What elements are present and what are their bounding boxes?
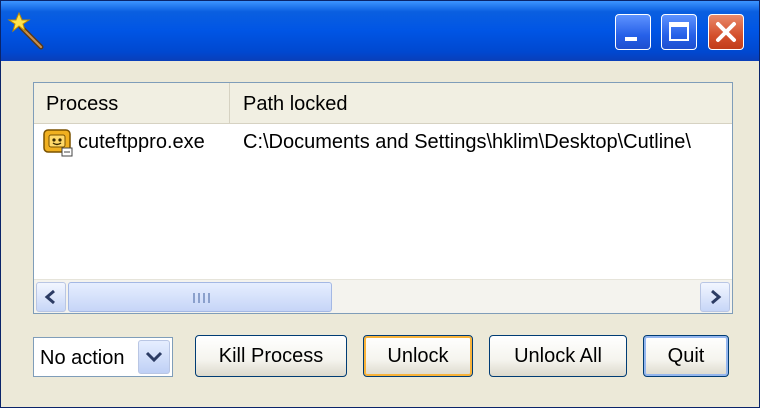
- close-icon: [716, 22, 736, 42]
- action-select[interactable]: No action: [33, 337, 173, 377]
- magic-wand-icon: [7, 11, 44, 50]
- scrollbar-thumb[interactable]: [68, 282, 332, 312]
- chevron-right-icon: [711, 289, 722, 305]
- unlock-all-button[interactable]: Unlock All: [489, 335, 627, 377]
- unlock-button[interactable]: Unlock: [363, 335, 473, 377]
- close-button[interactable]: [708, 14, 744, 50]
- window-client-area: Process Path locked cuteftppro.exe C:\Do…: [5, 61, 755, 403]
- quit-button[interactable]: Quit: [643, 335, 729, 377]
- process-name: cuteftppro.exe: [78, 131, 205, 153]
- kill-process-button[interactable]: Kill Process: [195, 335, 347, 377]
- process-list[interactable]: Process Path locked cuteftppro.exe C:\Do…: [33, 82, 733, 314]
- minimize-icon: [625, 37, 637, 41]
- chevron-left-icon: [44, 289, 55, 305]
- maximize-button[interactable]: [661, 14, 697, 50]
- minimize-button[interactable]: [615, 14, 651, 50]
- title-bar[interactable]: [1, 1, 759, 61]
- maximize-icon: [669, 22, 689, 41]
- column-header-path-locked[interactable]: Path locked: [231, 83, 731, 123]
- unlocker-window: Process Path locked cuteftppro.exe C:\Do…: [0, 0, 760, 408]
- table-row[interactable]: cuteftppro.exe C:\Documents and Settings…: [34, 125, 732, 159]
- list-header: Process Path locked: [34, 83, 732, 124]
- action-select-value: No action: [40, 347, 125, 369]
- locked-path: C:\Documents and Settings\hklim\Desktop\…: [243, 131, 691, 153]
- scroll-right-button[interactable]: [700, 282, 730, 312]
- scroll-left-button[interactable]: [36, 282, 66, 312]
- column-header-process[interactable]: Process: [34, 83, 230, 123]
- cuteftp-app-icon: [43, 129, 73, 157]
- grip-icon: [193, 293, 210, 303]
- horizontal-scrollbar[interactable]: [34, 279, 732, 313]
- chevron-down-icon: [145, 351, 163, 363]
- dropdown-button[interactable]: [138, 340, 170, 374]
